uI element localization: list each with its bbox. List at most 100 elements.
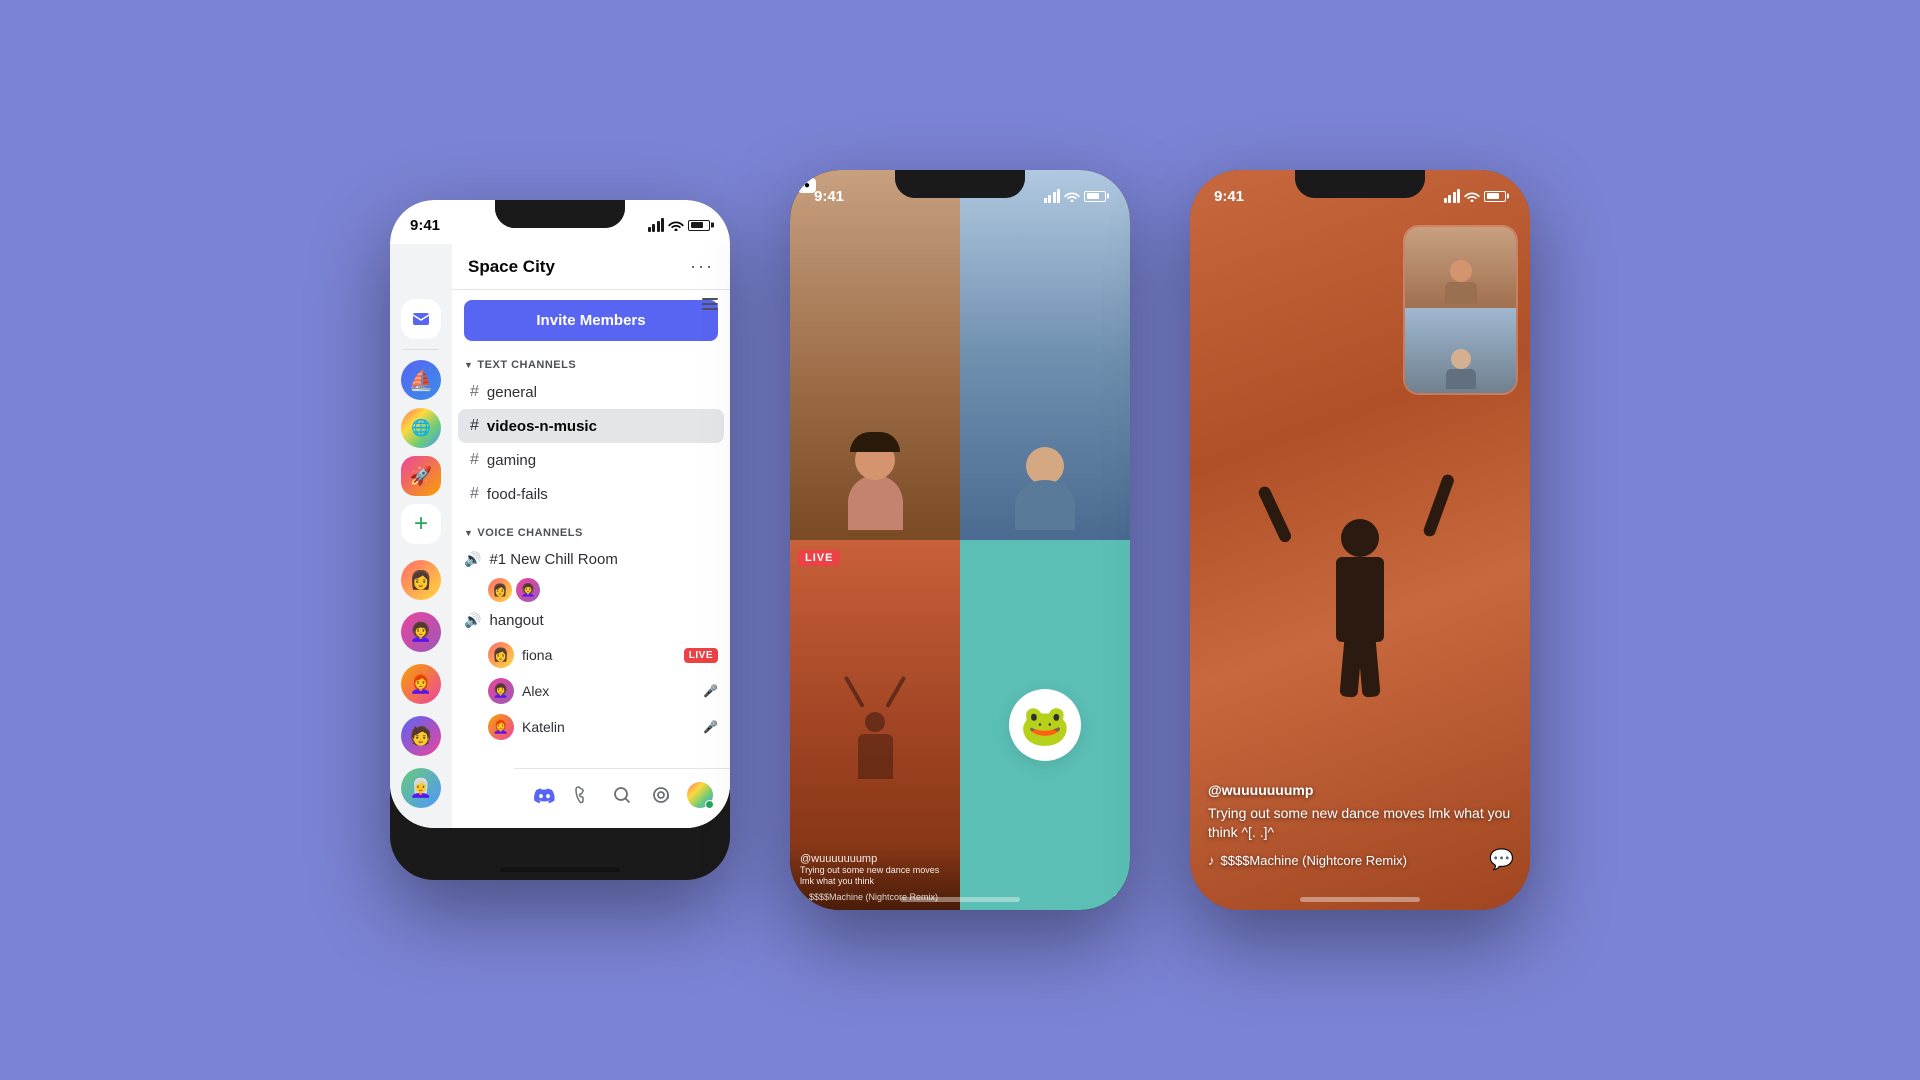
voice-user-alex[interactable]: 👩‍🦱 Alex 🎤: [452, 673, 730, 709]
phone-1-screen: ⛵ 🌐 🚀 + 👩: [390, 200, 730, 828]
text-channels-header: ▼ TEXT CHANNELS: [452, 351, 730, 375]
voice-channel-name-text: #1 New Chill Room: [489, 551, 617, 568]
nav-search[interactable]: [602, 775, 641, 815]
live-tag: LIVE: [798, 550, 840, 566]
user-name-katelin: Katelin: [522, 719, 565, 735]
voice-user-katelin[interactable]: 👩‍🦰 Katelin 🎤: [452, 709, 730, 745]
hash-icon: #: [470, 451, 479, 469]
wifi-icon: [1464, 190, 1480, 202]
channel-general[interactable]: # general: [458, 375, 724, 409]
nav-mentions[interactable]: [642, 775, 681, 815]
voice-channel-name-text: hangout: [489, 612, 543, 629]
voice-avatar: 👩: [488, 578, 512, 602]
user-name-fiona: fiona: [522, 647, 552, 663]
voice-channel-chill-room[interactable]: 🔊 #1 New Chill Room: [452, 543, 730, 576]
sidebar-avatar-1[interactable]: 👩: [401, 560, 441, 600]
speaker-icon: 🔊: [464, 551, 481, 568]
video-cell-bottom-right: 🐸: [960, 540, 1130, 910]
text-channels-label: TEXT CHANNELS: [477, 359, 576, 371]
video-grid: ● LIVE: [790, 170, 1130, 910]
hash-icon: #: [470, 383, 479, 401]
video-cell-top-left: ●: [790, 170, 960, 540]
home-indicator: [500, 867, 620, 872]
channel-videos-n-music[interactable]: # videos-n-music: [458, 409, 724, 443]
server-icon-space-city[interactable]: 🚀: [401, 456, 441, 496]
invite-members-button[interactable]: Invite Members: [464, 300, 718, 341]
wifi-icon: [1064, 190, 1080, 202]
phone-1: ⛵ 🌐 🚀 + 👩: [390, 200, 730, 880]
p3-username: @wuuuuuuump: [1208, 782, 1512, 798]
server-header: Space City ···: [452, 244, 730, 290]
status-icons: [1044, 189, 1107, 203]
voice-user-fiona[interactable]: 👩 fiona LIVE: [452, 637, 730, 673]
channel-name: food-fails: [487, 486, 548, 503]
sidebar-avatar-5[interactable]: 👩‍🦳: [401, 768, 441, 808]
user-name-alex: Alex: [522, 683, 549, 699]
voice-avatar: 👩‍🦱: [516, 578, 540, 602]
home-indicator: [900, 897, 1020, 902]
status-icons: [648, 218, 711, 232]
song-title: $$$$Machine (Nightcore Remix): [1221, 853, 1407, 868]
live-badge-fiona: LIVE: [684, 648, 718, 663]
channel-name: videos-n-music: [487, 418, 597, 435]
channel-name: general: [487, 384, 537, 401]
chat-icon[interactable]: 💬: [1489, 847, 1514, 872]
server-icon-1[interactable]: ⛵: [401, 360, 441, 400]
status-time: 9:41: [410, 217, 440, 234]
voice-channels-label: VOICE CHANNELS: [477, 527, 582, 539]
mic-off-icon-katelin: 🎤: [703, 720, 718, 734]
status-icons: [1444, 189, 1507, 203]
phone-3: @wuuuuuuump Trying out some new dance mo…: [1190, 170, 1530, 910]
bottom-nav: [514, 768, 730, 828]
home-indicator: [1300, 897, 1420, 902]
server-icon-2[interactable]: 🌐: [401, 408, 441, 448]
video-username: @wuuuuuuump: [800, 853, 950, 865]
pip-bottom: [1405, 308, 1516, 393]
hash-icon: #: [470, 417, 479, 435]
video-cell-top-right: [960, 170, 1130, 540]
speaker-icon: 🔊: [464, 612, 481, 629]
sidebar-avatar-2[interactable]: 👩‍🦱: [401, 612, 441, 652]
pip-container: [1403, 225, 1518, 395]
user-avatar-fiona: 👩: [488, 642, 514, 668]
nav-discord[interactable]: [524, 775, 563, 815]
channel-food-fails[interactable]: # food-fails: [458, 477, 724, 511]
video-cell-bottom-left: LIVE @wuuuuuuump Trying out: [790, 540, 960, 910]
signal-bars: [1444, 189, 1461, 203]
teal-avatar: 🐸: [1009, 689, 1081, 761]
menu-button[interactable]: [702, 298, 718, 310]
bottom-overlay: @wuuuuuuump Trying out some new dance mo…: [1190, 770, 1530, 880]
p3-song: ♪ $$$$Machine (Nightcore Remix): [1208, 853, 1512, 868]
mic-off-icon-alex: 🎤: [703, 684, 718, 698]
wifi-icon: [668, 219, 684, 231]
p3-caption: Trying out some new dance moves lmk what…: [1208, 804, 1512, 843]
video-caption: Trying out some new dance moves lmk what…: [800, 865, 950, 888]
sidebar-avatar-4[interactable]: 🧑: [401, 716, 441, 756]
phone-2: ● LIVE: [790, 170, 1130, 910]
nav-calls[interactable]: [563, 775, 602, 815]
pip-top: [1405, 227, 1516, 308]
signal-bars: [1044, 189, 1061, 203]
sidebar-avatar-3[interactable]: 👩‍🦰: [401, 664, 441, 704]
add-server-button[interactable]: +: [401, 504, 441, 544]
signal-bars: [648, 218, 665, 232]
phone-2-notch: [895, 170, 1025, 198]
phone-1-notch: [495, 200, 625, 228]
voice-user-left: 👩‍🦰 Katelin: [488, 714, 565, 740]
nav-profile[interactable]: [681, 775, 720, 815]
voice-channel-hangout[interactable]: 🔊 hangout: [452, 604, 730, 637]
user-avatar-katelin: 👩‍🦰: [488, 714, 514, 740]
more-button[interactable]: ···: [690, 256, 714, 277]
user-avatar-alex: 👩‍🦱: [488, 678, 514, 704]
voice-user-left: 👩‍🦱 Alex: [488, 678, 549, 704]
status-time: 9:41: [1214, 188, 1244, 205]
music-note-icon: ♪: [1208, 853, 1215, 868]
channel-gaming[interactable]: # gaming: [458, 443, 724, 477]
dm-icon[interactable]: [401, 299, 441, 339]
battery-icon: [1084, 191, 1106, 202]
voice-user-left: 👩 fiona: [488, 642, 552, 668]
phones-container: ⛵ 🌐 🚀 + 👩: [390, 170, 1530, 910]
voice-channels-header: ▼ VOICE CHANNELS: [452, 519, 730, 543]
server-sidebar: ⛵ 🌐 🚀 + 👩: [390, 244, 452, 828]
page-dot: [1114, 894, 1120, 900]
